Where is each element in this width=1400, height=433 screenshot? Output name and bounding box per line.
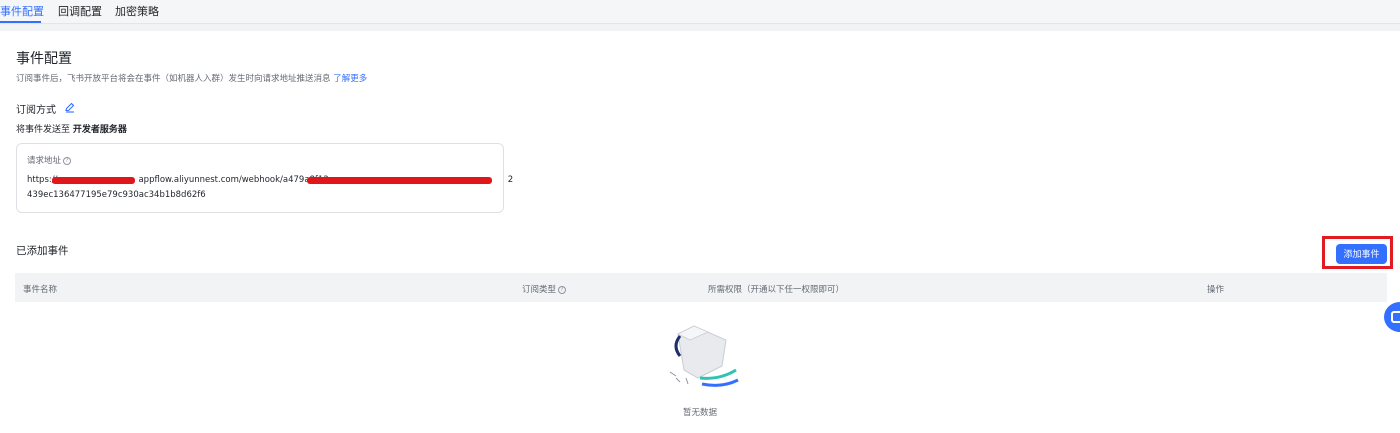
subscription-title: 订阅方式 (16, 105, 56, 116)
edit-icon[interactable] (64, 101, 76, 113)
send-to-text: 将事件发送至 开发者服务器 (16, 122, 127, 135)
page-title: 事件配置 (16, 51, 72, 67)
added-events-title: 已添加事件 (16, 245, 69, 257)
column-required-permissions: 所需权限（开通以下任一权限即可） (708, 285, 845, 295)
description-text: 订阅事件后，飞书开放平台将会在事件（如机器人入群）发生时向请求地址推送消息 (16, 74, 331, 84)
column-event-name: 事件名称 (23, 285, 58, 295)
url-middle: appflow.aliyunnest.com/webhook/a479a8f12 (138, 175, 329, 185)
empty-box-illustration (669, 325, 739, 387)
page-description: 订阅事件后，飞书开放平台将会在事件（如机器人入群）发生时向请求地址推送消息 了解… (16, 72, 367, 84)
redaction-mark-2 (307, 177, 492, 184)
empty-state-text: 暂无数据 (683, 408, 718, 418)
help-icon[interactable]: ? (558, 286, 567, 294)
active-tab-indicator (0, 21, 41, 23)
top-tabs: 事件配置 回调配置 加密策略 (0, 0, 1400, 24)
events-table-header: 事件名称 订阅类型? 所需权限（开通以下任一权限即可） 操作 (15, 273, 1387, 302)
tab-encryption-strategy[interactable]: 加密策略 (115, 3, 159, 19)
send-to-target: 开发者服务器 (72, 125, 127, 135)
request-url-label-text: 请求地址 (27, 156, 62, 166)
request-url-label: 请求地址? (27, 154, 72, 166)
learn-more-link[interactable]: 了解更多 (333, 74, 367, 84)
column-subscription-type-text: 订阅类型 (522, 285, 557, 295)
floating-assistant-icon (1391, 311, 1400, 323)
url-suffix: 2 (507, 175, 514, 185)
send-to-prefix: 将事件发送至 (16, 125, 71, 135)
column-actions: 操作 (1207, 285, 1225, 295)
request-url-line2: 439ec136477195e79c930ac34b1b8d62f6 (27, 190, 206, 200)
request-url-box: 请求地址? https://appflow.aliyunnest.com/web… (16, 143, 513, 213)
help-icon[interactable]: ? (63, 157, 72, 165)
column-subscription-type: 订阅类型? (522, 283, 567, 295)
tab-event-config[interactable]: 事件配置 (0, 3, 44, 19)
add-event-button[interactable]: 添加事件 (1336, 244, 1387, 264)
redaction-mark-1 (52, 177, 135, 184)
tab-callback-config[interactable]: 回调配置 (58, 3, 102, 19)
